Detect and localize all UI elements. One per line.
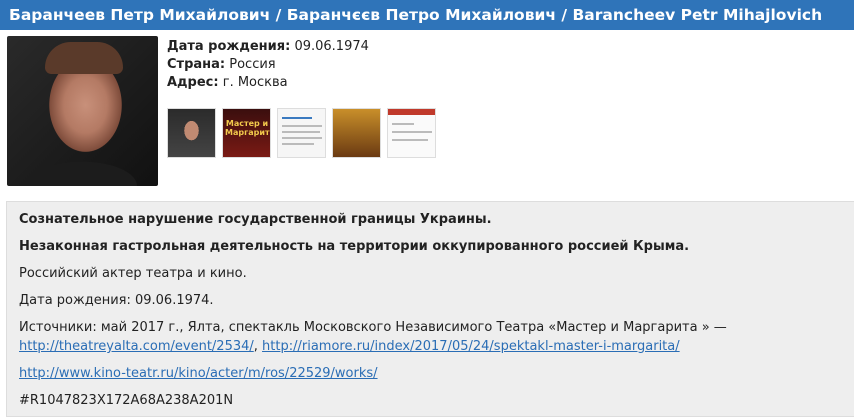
profession-text: Российский актер театра и кино. (19, 266, 247, 281)
profile-photo (7, 36, 158, 186)
thumbnail-poster[interactable]: Мастер и Маргарита (222, 108, 271, 158)
source-link-theatreyalta[interactable]: http://theatreyalta.com/event/2534/ (19, 339, 254, 354)
country-row: Страна: Россия (167, 56, 369, 74)
source-separator: , (253, 339, 263, 354)
sources-label: Источники: май 2017 г., Ялта, спектакль … (19, 320, 727, 335)
thumbnail-line (392, 139, 428, 141)
thumbnail-line (282, 143, 314, 145)
country-label: Страна: (167, 57, 226, 72)
thumbnail-line (282, 131, 320, 133)
thumbnail-cast-photo[interactable] (332, 108, 381, 158)
thumbnail-line (282, 137, 322, 139)
source-link-riamore[interactable]: http://riamore.ru/index/2017/05/24/spekt… (262, 339, 680, 354)
thumbnail-line (282, 125, 322, 127)
thumbnail-poster-text: Мастер и Маргарита (225, 119, 271, 137)
thumbnail-webpage[interactable] (387, 108, 436, 158)
thumbnail-line (282, 117, 312, 119)
record-code: #R1047823X172A68A238A201N (19, 393, 234, 408)
description-panel: Сознательное нарушение государственной г… (6, 201, 854, 417)
violation-text: Сознательное нарушение государственной г… (19, 212, 492, 227)
thumbnail-line (392, 131, 432, 133)
kino-teatr-row: http://www.kino-teatr.ru/kino/acter/m/ro… (19, 364, 854, 383)
activity-text: Незаконная гастрольная деятельность на т… (19, 239, 690, 254)
birth-value: 09.06.1974 (294, 39, 369, 54)
country-value: Россия (229, 57, 276, 72)
birth-row: Дата рождения: 09.06.1974 (167, 38, 369, 56)
source-link-kino-teatr[interactable]: http://www.kino-teatr.ru/kino/acter/m/ro… (19, 366, 378, 381)
address-value: г. Москва (222, 75, 288, 90)
birth-date-text: Дата рождения: 09.06.1974. (19, 293, 214, 308)
birth-label: Дата рождения: (167, 39, 291, 54)
page-title: Баранчеев Петр Михайлович / Баранчєєв Пе… (0, 0, 854, 30)
thumbnail-line (392, 123, 414, 125)
address-label: Адрес: (167, 75, 219, 90)
thumbnail-article[interactable] (277, 108, 326, 158)
address-row: Адрес: г. Москва (167, 74, 369, 92)
info-block: Дата рождения: 09.06.1974 Страна: Россия… (167, 38, 369, 92)
photo-hair (45, 42, 123, 74)
thumbnail-portrait[interactable] (167, 108, 216, 158)
sources-text: Источники: май 2017 г., Ялта, спектакль … (19, 318, 854, 356)
thumbnail-webpage-header (388, 109, 435, 115)
